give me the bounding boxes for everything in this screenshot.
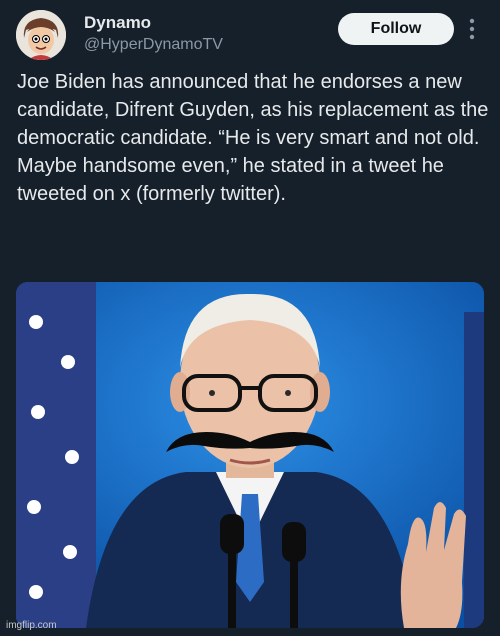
author-handle[interactable]: @HyperDynamoTV [84, 36, 223, 54]
tweet-text: Joe Biden has announced that he endorses… [17, 71, 489, 205]
cartoon-avatar-icon [16, 10, 66, 60]
follow-button[interactable]: Follow [338, 13, 454, 45]
more-vertical-icon[interactable] [466, 16, 478, 42]
watermark-text: imgflip.com [6, 620, 57, 631]
flag-left [16, 282, 96, 628]
avatar[interactable] [16, 10, 66, 60]
tweet-header: Dynamo @HyperDynamoTV Follow [0, 0, 500, 60]
tweet-photo[interactable] [16, 282, 484, 628]
author-display-name[interactable]: Dynamo [84, 13, 151, 33]
photo-illustration [16, 282, 484, 628]
